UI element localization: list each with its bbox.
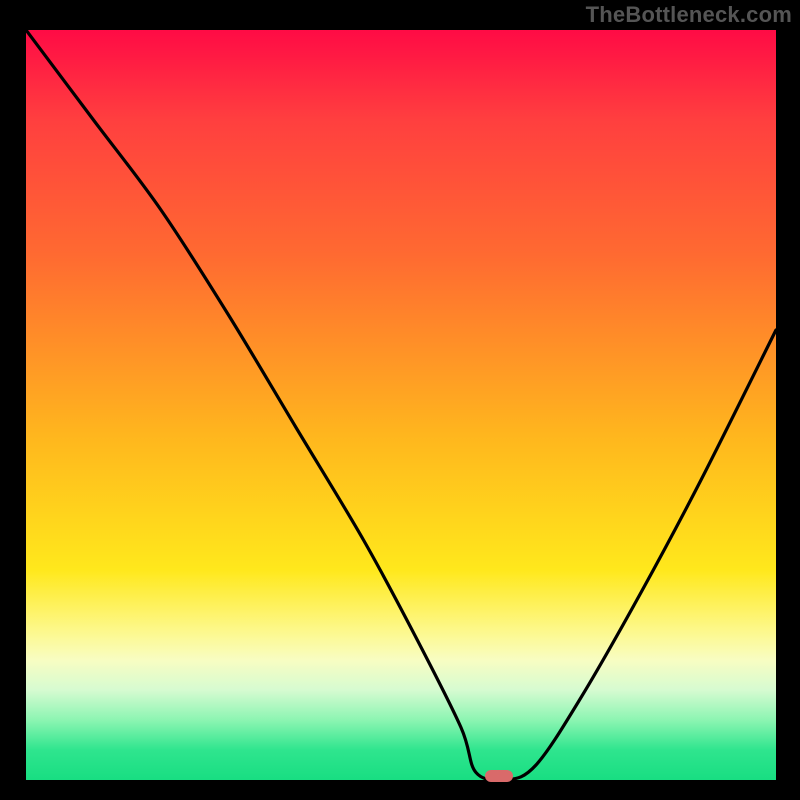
plot-area (26, 30, 776, 780)
optimal-point-marker (485, 770, 513, 782)
watermark-text: TheBottleneck.com (586, 2, 792, 28)
bottleneck-curve (26, 30, 776, 780)
chart-frame: TheBottleneck.com (0, 0, 800, 800)
curve-svg (26, 30, 776, 780)
